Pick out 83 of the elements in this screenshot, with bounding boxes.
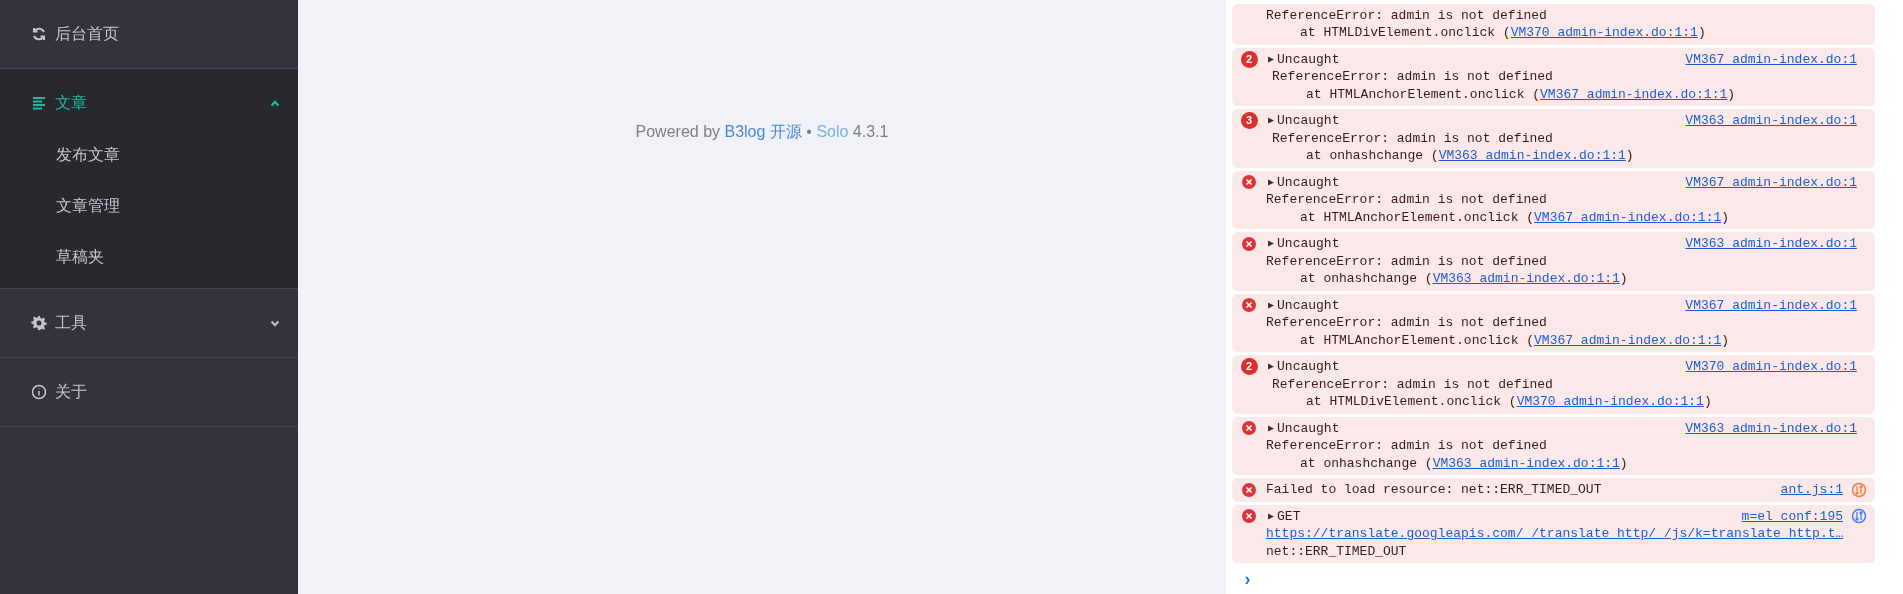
stack-frame: at onhashchange ( (1306, 148, 1439, 163)
error-message: ReferenceError: admin is not defined (1266, 315, 1547, 330)
error-summary: Failed to load resource: net::ERR_TIMED_OUT (1266, 481, 1602, 499)
error-icon (1242, 236, 1256, 251)
stack-frame-end: ) (1625, 148, 1634, 163)
expand-toggle[interactable]: ▶ (1268, 507, 1275, 525)
stack-frame-end: ) (1697, 25, 1706, 40)
error-message: ReferenceError: admin is not defined (1272, 69, 1553, 84)
expand-toggle[interactable]: ▶ (1268, 358, 1275, 376)
sidebar-subitem[interactable]: 草稿夹 (0, 231, 298, 282)
stack-frame: at onhashchange ( (1300, 455, 1433, 471)
error-message: net::ERR_TIMED_OUT (1266, 543, 1407, 559)
error-summary: Uncaught (1277, 358, 1340, 376)
b3log-link[interactable]: B3log 开源 (724, 123, 802, 140)
gear-icon (31, 315, 47, 331)
count-badge: 2 (1240, 50, 1258, 68)
error-summary: Uncaught (1277, 235, 1340, 253)
stack-link[interactable]: VM370_admin-index.do:1:1 (1510, 25, 1698, 40)
stack-frame: at HTMLAnchorElement.onclick ( (1300, 209, 1535, 225)
info-icon (31, 384, 47, 400)
sidebar-item[interactable]: 关于 (0, 358, 298, 426)
expand-toggle[interactable]: ▶ (1268, 112, 1275, 130)
source-link[interactable]: ant.js:1 (1780, 481, 1843, 499)
source-link[interactable]: VM367_admin-index.do:1 (1685, 173, 1857, 191)
stack-frame-end: ) (1727, 86, 1736, 102)
refresh-icon (31, 26, 47, 42)
expand-toggle[interactable]: ▶ (1268, 419, 1275, 437)
list-icon (31, 95, 47, 111)
stack-frame: at HTMLAnchorElement.onclick ( (1306, 86, 1541, 102)
error-summary: GET (1277, 507, 1301, 525)
sidebar-subitem[interactable]: 文章管理 (0, 180, 298, 231)
error-summary: Uncaught (1277, 173, 1340, 191)
error-message: ReferenceError: admin is not defined (1272, 376, 1553, 392)
sidebar-item[interactable]: 后台首页 (0, 0, 298, 68)
stack-link[interactable]: VM367_admin-index.do:1:1 (1534, 209, 1722, 225)
source-link[interactable]: VM367_admin-index.do:1 (1685, 296, 1857, 314)
count-badge: 2 (1240, 358, 1258, 376)
error-message: ReferenceError: admin is not defined (1272, 130, 1553, 146)
version-text: 4.3.1 (851, 123, 889, 140)
error-icon (1242, 175, 1256, 190)
error-message: ReferenceError: admin is not defined (1266, 253, 1547, 269)
source-link[interactable]: VM363_admin-index.do:1 (1685, 112, 1857, 130)
stack-link[interactable]: VM367_admin-index.do:1:1 (1534, 332, 1722, 348)
stack-link[interactable]: VM363_admin-index.do:1:1 (1432, 271, 1620, 286)
stack-frame-end: ) (1721, 332, 1730, 348)
error-summary: Uncaught (1277, 50, 1340, 68)
url-link[interactable]: https://translate.googleapis.com/_/translate_http/_/js/k=translate_http.t… (1266, 526, 1844, 541)
count-badge: 3 (1240, 112, 1258, 130)
error-summary: Uncaught (1277, 296, 1340, 314)
stack-frame: at HTMLDivElement.onclick ( (1306, 394, 1517, 409)
error-icon (1242, 509, 1256, 524)
source-link[interactable]: VM363_admin-index.do:1 (1685, 235, 1857, 253)
stack-frame: at onhashchange ( (1300, 271, 1433, 286)
console-prompt[interactable]: › (1242, 566, 1253, 594)
stack-frame-end: ) (1721, 209, 1730, 225)
error-summary: Uncaught (1277, 112, 1340, 130)
stack-frame: at HTMLDivElement.onclick ( (1300, 25, 1511, 40)
separator-text: • (805, 123, 813, 140)
source-link[interactable]: m=el_conf:195 (1741, 507, 1843, 525)
error-summary: Uncaught (1277, 419, 1340, 437)
error-icon (1242, 482, 1256, 497)
footer-text: Powered by (635, 123, 722, 140)
error-message: ReferenceError: admin is not defined (1266, 438, 1547, 453)
expand-toggle[interactable]: ▶ (1268, 235, 1275, 253)
error-message: ReferenceError: admin is not defined (1266, 7, 1547, 23)
expand-toggle[interactable]: ▶ (1268, 296, 1275, 314)
sidebar-item[interactable]: 工具 (0, 289, 298, 357)
stack-link[interactable]: VM363_admin-index.do:1:1 (1432, 455, 1620, 471)
stack-link[interactable]: VM370_admin-index.do:1:1 (1516, 394, 1704, 409)
stack-link[interactable]: VM363_admin-index.do:1:1 (1438, 148, 1626, 163)
source-link[interactable]: VM370_admin-index.do:1 (1685, 358, 1857, 376)
expand-toggle[interactable]: ▶ (1268, 173, 1275, 191)
error-message: ReferenceError: admin is not defined (1266, 192, 1547, 207)
stack-frame: at HTMLAnchorElement.onclick ( (1300, 332, 1535, 348)
stack-link[interactable]: VM367_admin-index.do:1:1 (1540, 86, 1728, 102)
source-link[interactable]: VM363_admin-index.do:1 (1685, 419, 1857, 437)
stack-frame-end: ) (1619, 271, 1628, 286)
source-link[interactable]: VM367_admin-index.do:1 (1685, 50, 1857, 68)
stack-frame-end: ) (1619, 455, 1628, 471)
error-icon (1242, 298, 1256, 313)
stack-frame-end: ) (1703, 394, 1712, 409)
expand-toggle[interactable]: ▶ (1268, 50, 1275, 68)
error-icon (1242, 421, 1256, 436)
